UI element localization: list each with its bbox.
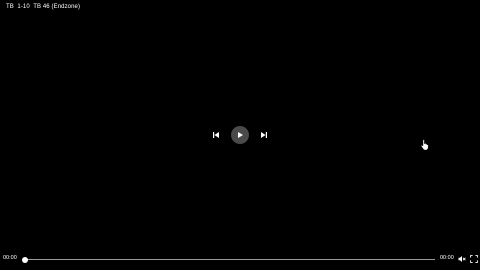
skip-next-icon [261,132,267,138]
play-icon [238,132,243,138]
seek-handle[interactable] [22,256,28,263]
seek-bar[interactable] [24,259,435,260]
duration-time: 00:00 [440,255,454,261]
fullscreen-button[interactable] [469,254,479,264]
mouse-pointer-icon [421,139,429,151]
volume-muted-icon [458,256,466,262]
volume-button[interactable] [457,254,467,264]
skip-previous-icon [213,132,219,138]
previous-button[interactable] [210,129,222,141]
video-title: TB 1-10 TB 46 (Endzone) [6,4,81,10]
playback-controls [208,125,272,145]
play-button[interactable] [231,126,249,144]
fullscreen-icon [470,255,478,263]
video-player[interactable]: TB 1-10 TB 46 (Endzone) 00:00 00:00 [0,0,480,270]
current-time: 00:00 [3,255,17,261]
control-bar: 00:00 00:00 [0,252,480,268]
next-button[interactable] [258,129,270,141]
